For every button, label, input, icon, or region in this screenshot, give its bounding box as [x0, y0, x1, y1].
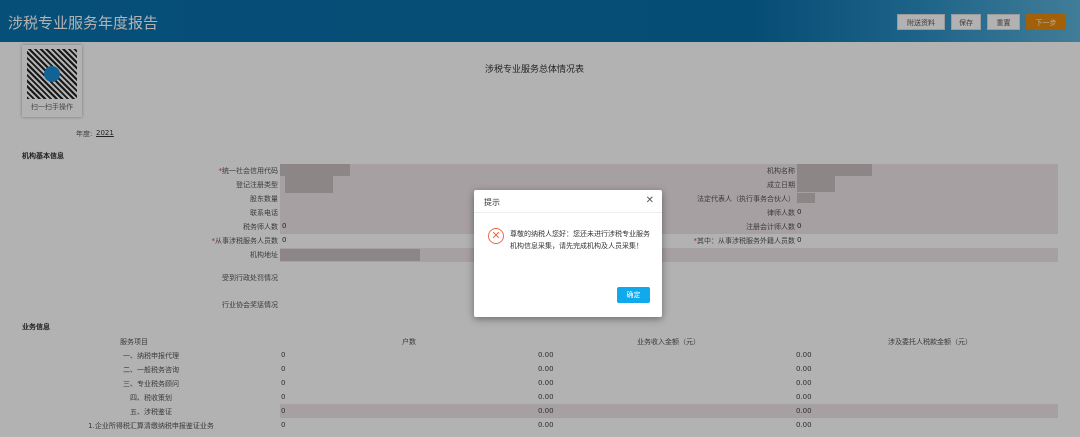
- dialog-title: 提示: [484, 198, 500, 207]
- alert-dialog: 提示 ✕ ✕ 尊敬的纳税人您好：您还未进行涉税专业服务机构信息采集，请先完成机构…: [474, 190, 662, 317]
- confirm-button[interactable]: 确定: [617, 287, 650, 303]
- close-icon[interactable]: ✕: [646, 195, 654, 206]
- dialog-message: 尊敬的纳税人您好：您还未进行涉税专业服务机构信息采集，请先完成机构及人员采集！: [510, 230, 650, 250]
- divider: [474, 212, 662, 213]
- error-icon: ✕: [488, 228, 504, 244]
